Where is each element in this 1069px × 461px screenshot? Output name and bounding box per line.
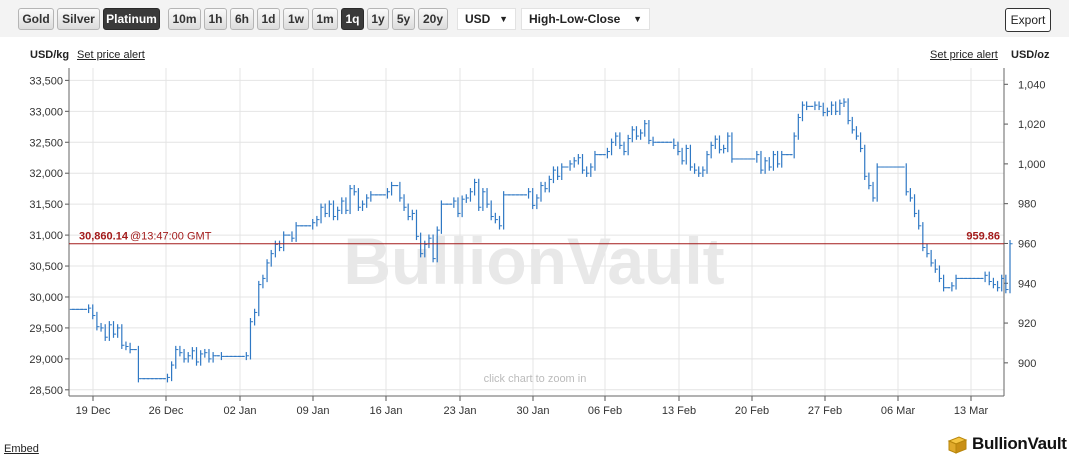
y-tick-label-right: 1,020 (1018, 119, 1046, 131)
x-tick-label: 26 Dec (149, 405, 184, 417)
y-tick-label-left: 31,500 (29, 199, 63, 211)
y-tick-label-right: 1,040 (1018, 79, 1046, 91)
current-price-label-left: 30,860.14 @13:47:00 GMT (79, 231, 212, 243)
x-tick-label: 06 Mar (881, 405, 916, 417)
y-tick-label-left: 29,000 (29, 354, 63, 366)
y-tick-label-left: 30,000 (29, 292, 63, 304)
y-tick-label-left: 32,000 (29, 168, 63, 180)
y-tick-label-right: 940 (1018, 278, 1036, 290)
y-tick-label-right: 960 (1018, 238, 1036, 250)
current-price-label-right: 959.86 (966, 231, 1000, 243)
y-tick-label-right: 900 (1018, 358, 1036, 370)
x-tick-label: 30 Jan (516, 405, 549, 417)
gold-bar-icon (947, 436, 968, 454)
x-tick-label: 06 Feb (588, 405, 622, 417)
bullionvault-logo[interactable]: BullionVault (946, 433, 1067, 455)
x-tick-label: 23 Jan (443, 405, 476, 417)
y-tick-label-left: 31,000 (29, 230, 63, 242)
x-tick-label: 20 Feb (735, 405, 769, 417)
y-tick-label-left: 29,500 (29, 323, 63, 335)
price-chart[interactable]: BullionVault click chart to zoom in 28,5… (0, 0, 1069, 461)
y-tick-label-left: 28,500 (29, 385, 63, 397)
x-tick-label: 13 Feb (662, 405, 696, 417)
watermark: BullionVault (343, 224, 724, 298)
y-tick-label-right: 1,000 (1018, 159, 1046, 171)
logo-text: BullionVault (972, 434, 1067, 453)
embed-link[interactable]: Embed (4, 443, 39, 455)
x-tick-label: 16 Jan (369, 405, 402, 417)
x-tick-label: 02 Jan (223, 405, 256, 417)
x-tick-label: 19 Dec (76, 405, 111, 417)
zoom-hint: click chart to zoom in (484, 373, 587, 385)
y-tick-label-left: 33,500 (29, 75, 63, 87)
x-tick-label: 09 Jan (296, 405, 329, 417)
y-tick-label-left: 33,000 (29, 106, 63, 118)
x-tick-label: 13 Mar (954, 405, 989, 417)
y-tick-label-right: 980 (1018, 199, 1036, 211)
y-tick-label-left: 30,500 (29, 261, 63, 273)
y-tick-label-left: 32,500 (29, 137, 63, 149)
x-tick-label: 27 Feb (808, 405, 842, 417)
y-tick-label-right: 920 (1018, 318, 1036, 330)
